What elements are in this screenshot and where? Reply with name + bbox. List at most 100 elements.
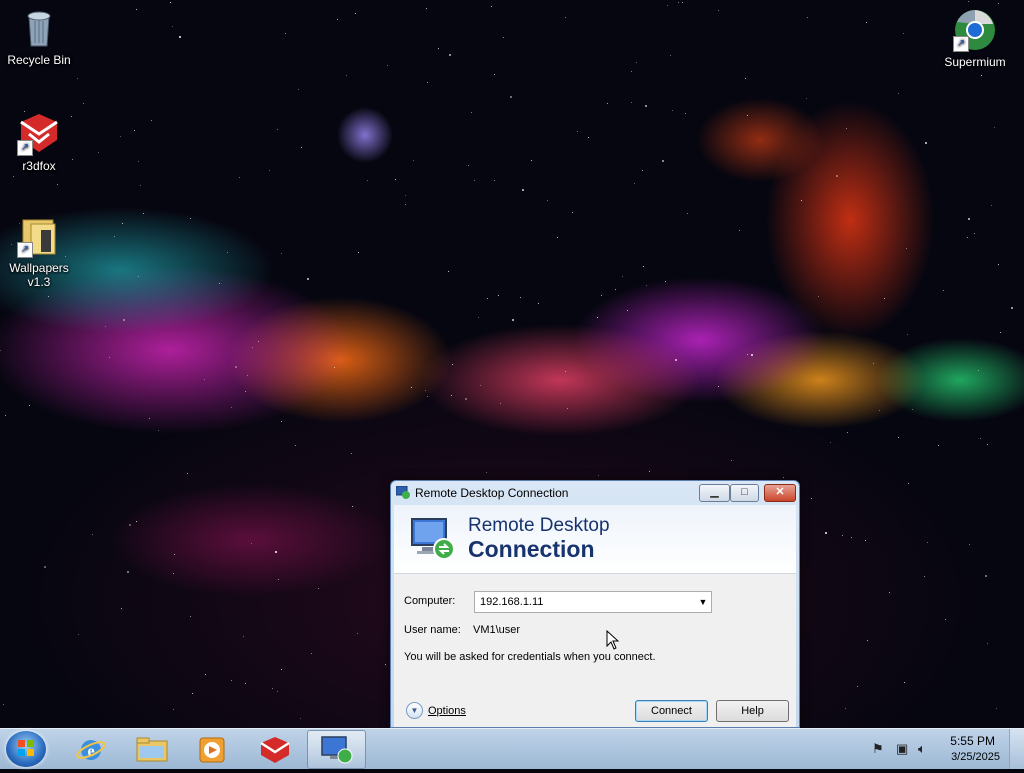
taskbar-r3dfox[interactable] (246, 730, 305, 769)
volume-icon[interactable]: 🔈︎ (918, 741, 926, 757)
action-center-flag-icon[interactable]: ⚑ (872, 741, 884, 757)
close-button[interactable]: ✕ (764, 484, 796, 502)
wallpaper-star (395, 179, 396, 180)
wallpaper-star (577, 131, 578, 132)
system-tray: ⚑ ▣ 🔈︎ 5:55 PM 3/25/2025 (854, 729, 1024, 769)
wallpaper-star (675, 359, 677, 361)
wallpaper-star (907, 334, 908, 335)
wallpaper-star (601, 295, 602, 296)
desktop-icon-supermium[interactable]: ↗ Supermium (937, 8, 1013, 69)
dialog-titlebar[interactable]: Remote Desktop Connection ▁ □ ✕ (391, 481, 799, 505)
wallpaper-star (120, 136, 121, 137)
wallpaper-star (494, 74, 495, 75)
wallpaper-star (136, 9, 137, 10)
taskbar-file-explorer[interactable] (122, 730, 181, 769)
clock-time[interactable]: 5:55 PM (950, 734, 995, 748)
wallpaper-star (903, 33, 904, 34)
banner-title-line2: Connection (468, 536, 595, 562)
wallpaper-star (358, 252, 359, 253)
wallpaper-star (538, 303, 539, 304)
wallpaper-star (13, 176, 14, 177)
wallpaper-star (448, 271, 449, 272)
wallpaper-star (912, 409, 913, 410)
taskbar-media-player[interactable] (182, 730, 241, 769)
wallpaper-star (281, 253, 282, 254)
wallpaper-star (136, 521, 137, 522)
wallpaper-star (480, 385, 481, 386)
wallpaper-star (665, 281, 666, 282)
wallpaper-star (572, 212, 573, 213)
wallpaper-star (173, 709, 174, 710)
username-value: VM1\user (473, 624, 521, 636)
network-icon[interactable]: ▣ (896, 741, 908, 757)
dialog-client-area: Remote Desktop Connection Computer: 192.… (394, 505, 796, 727)
connect-button[interactable]: Connect (635, 700, 708, 722)
maximize-button[interactable]: □ (730, 484, 759, 502)
wallpaper-star (57, 184, 58, 185)
wallpaper-star (337, 19, 338, 20)
wallpaper-star (411, 387, 412, 388)
wallpaper-star (747, 354, 748, 355)
desktop-icon-label: Recycle Bin (7, 53, 71, 67)
desktop-icon-recycle-bin[interactable]: Recycle Bin (1, 6, 77, 67)
wallpaper-star (498, 295, 499, 296)
wallpaper-star (998, 3, 999, 4)
wallpaper-star (298, 89, 299, 90)
wallpaper-star (646, 285, 647, 286)
wallpaper-star (807, 17, 808, 18)
r3dfox-icon (260, 737, 290, 763)
wallpaper-star (985, 575, 987, 577)
wallpaper-star (449, 54, 451, 56)
recycle-bin-icon (17, 6, 61, 50)
show-desktop-button[interactable] (1009, 729, 1024, 769)
wallpaper-star (478, 317, 479, 318)
wallpaper-star (121, 608, 122, 609)
wallpaper-star (307, 278, 309, 280)
expand-arrow-icon: ▼ (406, 702, 423, 720)
wallpaper-star (685, 113, 686, 114)
wallpaper-star (385, 664, 386, 665)
wallpaper-star (190, 218, 191, 219)
computer-combobox[interactable]: 192.168.1.11 ▼ (474, 591, 712, 613)
wallpaper-star (277, 129, 278, 130)
help-button[interactable]: Help (716, 700, 789, 722)
clock-date[interactable]: 3/25/2025 (951, 751, 1000, 763)
wallpaper-star (98, 152, 99, 153)
wallpaper-star (898, 437, 899, 438)
wallpaper-star (847, 432, 848, 433)
wallpaper-star (367, 180, 368, 181)
wallpaper-star (615, 289, 616, 290)
wallpaper-star (981, 75, 982, 76)
desktop-icon-r3dfox[interactable]: ↗ r3dfox (1, 112, 77, 173)
wallpaper-star (908, 483, 909, 484)
wallpaper-star (783, 477, 784, 478)
minimize-button[interactable]: ▁ (699, 484, 730, 502)
wallpaper-star (557, 237, 558, 238)
options-toggle[interactable]: ▼ Options (406, 702, 466, 720)
start-button[interactable] (6, 731, 46, 767)
wallpaper-star (731, 460, 732, 461)
wallpaper-star (968, 218, 970, 220)
taskbar-internet-explorer[interactable]: e (62, 730, 121, 769)
windows-logo-icon (18, 740, 34, 756)
wallpaper-star (818, 296, 819, 297)
wallpaper-star (474, 180, 475, 181)
wallpaper-star (352, 506, 353, 507)
wallpaper-star (974, 233, 975, 234)
chevron-down-icon[interactable]: ▼ (695, 592, 711, 612)
wallpaper-star (662, 160, 664, 162)
wallpaper-star (29, 405, 30, 406)
wallpaper-star (667, 5, 668, 6)
wallpaper-star (301, 147, 302, 148)
taskbar-remote-desktop[interactable] (307, 730, 366, 769)
wallpaper-star (334, 367, 335, 368)
wallpaper-star (825, 532, 827, 534)
wallpaper-star (138, 161, 139, 162)
wallpaper-star (205, 674, 206, 675)
wallpaper-star (129, 524, 131, 526)
wallpaper-star (245, 391, 246, 392)
desktop-icon-wallpapers[interactable]: ↗ Wallpapers v1.3 (1, 214, 77, 289)
wallpaper-star (281, 421, 282, 422)
wallpaper-star (494, 180, 495, 181)
remote-desktop-icon (321, 736, 353, 764)
